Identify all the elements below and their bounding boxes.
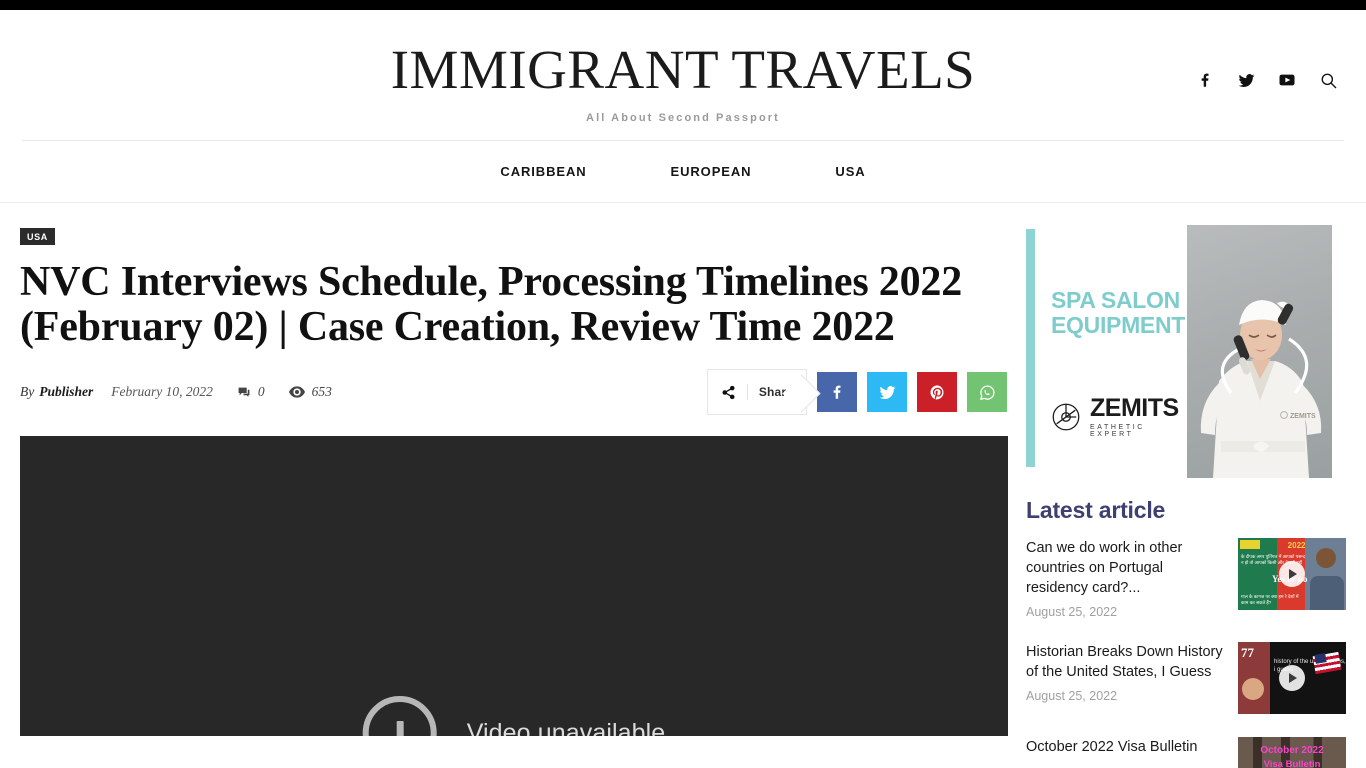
share-icon — [721, 385, 736, 400]
ad-accent-bar — [1026, 229, 1035, 467]
comment-count[interactable]: 0 — [237, 384, 265, 400]
facebook-icon[interactable] — [1195, 70, 1215, 90]
alert-icon — [362, 696, 437, 736]
thumb-line1: October 2022 — [1260, 745, 1324, 756]
ad-brand-subtitle: EATHETIC EXPERT — [1090, 424, 1145, 438]
list-item[interactable]: October 2022 Visa Bulletin October 2022 … — [1026, 737, 1346, 768]
play-icon[interactable] — [1279, 665, 1305, 691]
facebook-share-button[interactable] — [817, 372, 857, 412]
list-item-title[interactable]: Historian Breaks Down History of the Uni… — [1026, 642, 1226, 682]
twitter-icon[interactable] — [1236, 70, 1256, 90]
view-count-value: 653 — [311, 384, 332, 399]
list-item[interactable]: Can we do work in other countries on Por… — [1026, 538, 1346, 619]
share-label: Share — [758, 385, 794, 399]
search-icon[interactable] — [1318, 70, 1338, 90]
youtube-icon[interactable] — [1277, 70, 1297, 90]
by-label: By — [20, 384, 35, 399]
ad-headline-line1: SPA SALON — [1051, 287, 1180, 313]
ad-brand-logo: ZEMITS EATHETIC EXPERT — [1049, 396, 1187, 438]
author-link[interactable]: Publisher — [39, 384, 93, 400]
list-item[interactable]: Historian Breaks Down History of the Uni… — [1026, 642, 1346, 714]
category-badge[interactable]: USA — [20, 228, 55, 245]
svg-text:ZEMITS: ZEMITS — [1290, 413, 1316, 420]
page-title: NVC Interviews Schedule, Processing Time… — [20, 259, 962, 350]
video-status-text: Video unavailable — [466, 718, 666, 737]
ad-headline: SPA SALON EQUIPMENT — [1051, 288, 1185, 338]
ad-model-illustration: ZEMITS — [1200, 300, 1321, 478]
zemits-logo-icon — [1049, 400, 1083, 434]
page-body: USA NVC Interviews Schedule, Processing … — [0, 203, 1366, 768]
view-count: 653 — [288, 384, 332, 400]
comment-icon — [237, 386, 251, 399]
site-header: IMMIGRANT TRAVELS All About Second Passp… — [0, 10, 1366, 140]
nav-item-caribbean[interactable]: CARIBBEAN — [458, 164, 628, 179]
list-item-text: Can we do work in other countries on Por… — [1026, 538, 1226, 619]
video-unavailable-message: Video unavailable — [362, 696, 666, 737]
header-icon-group — [1195, 70, 1338, 90]
ad-photo: ZEMITS — [1187, 225, 1332, 478]
list-item-title[interactable]: Can we do work in other countries on Por… — [1026, 538, 1226, 598]
article-meta-row: By Publisher February 10, 2022 0 653 Sha… — [20, 369, 1008, 415]
publish-date: February 10, 2022 — [111, 384, 213, 399]
article-column: USA NVC Interviews Schedule, Processing … — [20, 203, 1008, 768]
comment-count-value: 0 — [257, 384, 265, 399]
thumb-logo: 77 — [1241, 645, 1254, 660]
site-branding: IMMIGRANT TRAVELS All About Second Passp… — [0, 40, 1366, 125]
list-item-date: August 25, 2022 — [1026, 605, 1118, 619]
list-item-date: August 25, 2022 — [1026, 689, 1118, 703]
list-item-text: October 2022 Visa Bulletin — [1026, 737, 1226, 764]
list-item-text: Historian Breaks Down History of the Uni… — [1026, 642, 1226, 703]
byline: By Publisher February 10, 2022 0 653 — [20, 384, 332, 400]
whatsapp-share-button[interactable] — [967, 372, 1007, 412]
list-item-thumbnail[interactable]: 2022 के दीपक अगर पुर्तिगल में आपको पसन्द… — [1238, 538, 1346, 610]
ad-headline-line2: EQUIPMENT — [1051, 312, 1186, 338]
site-tagline: All About Second Passport — [586, 112, 780, 124]
list-item-thumbnail[interactable]: 77 history of the united states, i guess — [1238, 642, 1346, 714]
nav-item-usa[interactable]: USA — [793, 164, 907, 179]
share-cluster: Share — [707, 369, 1007, 415]
list-item-thumbnail[interactable]: October 2022 Visa Bulletin Expectation — [1238, 737, 1346, 768]
pinterest-share-button[interactable] — [917, 372, 957, 412]
ad-brand-name: ZEMITS — [1090, 394, 1179, 422]
sidebar-heading: Latest article — [1026, 497, 1166, 523]
video-player[interactable]: Video unavailable — [20, 436, 1008, 736]
thumb-year-label: 2022 — [1287, 541, 1306, 550]
eye-icon — [288, 386, 305, 398]
thumb-bottom-text: गाल के कागज पर क्या हम रे देशों में काम … — [1241, 594, 1299, 605]
play-icon[interactable] — [1279, 561, 1305, 587]
sidebar: SPA SALON EQUIPMENT ZEMITS EATHETIC EXPE… — [1008, 203, 1346, 768]
twitter-share-button[interactable] — [867, 372, 907, 412]
nav-item-european[interactable]: EUROPEAN — [629, 164, 794, 179]
ad-brand-text: ZEMITS EATHETIC EXPERT — [1090, 394, 1187, 439]
top-accent-bar — [0, 0, 1366, 10]
ad-text-panel: SPA SALON EQUIPMENT ZEMITS EATHETIC EXPE… — [1035, 225, 1187, 478]
primary-navigation: CARIBBEAN EUROPEAN USA — [0, 141, 1366, 203]
sidebar-advertisement[interactable]: SPA SALON EQUIPMENT ZEMITS EATHETIC EXPE… — [1026, 225, 1332, 478]
list-item-title[interactable]: October 2022 Visa Bulletin — [1026, 737, 1226, 757]
share-divider — [746, 384, 748, 400]
latest-article-list: Can we do work in other countries on Por… — [1026, 538, 1346, 768]
share-button[interactable]: Share — [707, 369, 807, 415]
thumb-line2: Visa Bulletin Expectation — [1263, 759, 1321, 768]
site-title[interactable]: IMMIGRANT TRAVELS — [0, 40, 1366, 100]
